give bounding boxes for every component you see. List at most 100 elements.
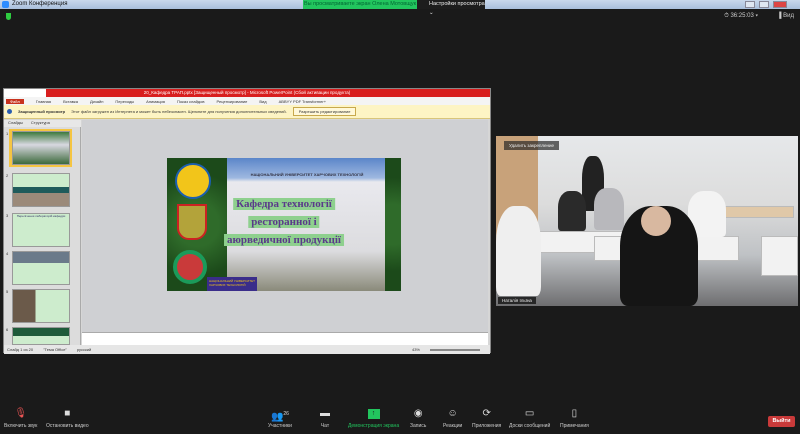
- enable-editing-button[interactable]: Разрешить редактирование: [292, 107, 357, 116]
- university-emblem: [175, 163, 211, 199]
- close-button[interactable]: [773, 1, 787, 8]
- person: [496, 206, 541, 296]
- camera-icon: ■: [64, 408, 71, 419]
- ppt-titlebar: 20_Кафедра ТРАП.pptx [Защищенный просмот…: [4, 89, 490, 97]
- ribbon-tab[interactable]: Вставка: [63, 99, 78, 104]
- panel-tabs: Слайды Структура: [4, 120, 81, 127]
- window-title: Zoom Конференция: [12, 1, 68, 7]
- leave-button[interactable]: Выйти: [768, 416, 795, 427]
- reactions-icon: ☺: [447, 408, 458, 419]
- ribbon-tab[interactable]: Дизайн: [90, 99, 103, 104]
- thumb-number: 3: [6, 213, 9, 218]
- participant-name: Наталія Ільїна: [498, 297, 536, 304]
- apps-button[interactable]: ⟳ Приложения: [472, 407, 501, 429]
- label: Приложения: [472, 423, 502, 429]
- notes-icon: ▯: [571, 408, 578, 419]
- view-button[interactable]: ▐ Вид: [777, 13, 794, 19]
- ribbon-tabs: Файл Главная Вставка Дизайн Переходы Ани…: [4, 97, 490, 105]
- ribbon-tab[interactable]: Анимация: [146, 99, 165, 104]
- department-emblem: [177, 204, 207, 240]
- slide-thumbnail[interactable]: [12, 251, 70, 285]
- reactions-button[interactable]: ☺ Реакции: [443, 407, 462, 429]
- ribbon-tab[interactable]: Вид: [259, 99, 266, 104]
- record-icon: ◉: [413, 408, 423, 419]
- slide-thumbnail[interactable]: Перелічення лабораторій кафедри: [12, 213, 70, 247]
- ribbon-tab[interactable]: ABBYY PDF Transformer+: [279, 99, 326, 104]
- unmute-button[interactable]: 🎙︎ Включить звук: [4, 407, 37, 429]
- theme-name: "Тема Office": [43, 347, 67, 352]
- slide-title-line: аюрведичної продукції: [224, 234, 344, 246]
- sharing-banner: Вы просматриваете экран Олена Мотовщук: [303, 0, 417, 9]
- notes-pane[interactable]: [82, 332, 488, 345]
- building-sign: НАЦІОНАЛЬНИЙ УНІВЕРСИТЕТ ХАРЧОВИХ ТЕХНОЛ…: [250, 172, 364, 177]
- thumb-title: Перелічення лабораторій кафедри: [16, 214, 66, 218]
- tab-outline[interactable]: Структура: [31, 120, 50, 127]
- quick-access-toolbar[interactable]: [4, 89, 46, 97]
- record-button[interactable]: ◉ Запись: [410, 407, 426, 429]
- desk: [761, 236, 798, 276]
- apps-icon: ⟳: [482, 408, 491, 419]
- meeting-timer[interactable]: ⏱ 36:25:03 ▾: [724, 13, 758, 20]
- zoom-level: 43%: [411, 347, 420, 352]
- label: Участники: [268, 423, 292, 429]
- person: [594, 188, 624, 230]
- ribbon-tab[interactable]: Главная: [36, 99, 51, 104]
- thumb-number: 1: [6, 131, 9, 136]
- thumb-number: 5: [6, 289, 9, 294]
- slide-thumbnail[interactable]: [12, 289, 70, 323]
- participants-icon: 👥26: [270, 411, 289, 423]
- desk: [724, 206, 794, 218]
- slide-counter: Слайд 1 из 20: [7, 347, 34, 352]
- protected-view-text: Этот файл загружен из Интернета и может …: [71, 109, 287, 114]
- view-options-button[interactable]: Настройки просмотра ⌄: [417, 0, 485, 16]
- slide-thumbnail[interactable]: [12, 131, 70, 165]
- video-tile[interactable]: Удалить закрепление Наталія Ільїна: [496, 136, 798, 306]
- tree-image: [385, 158, 401, 291]
- person: [558, 191, 586, 231]
- language: русский: [76, 347, 92, 352]
- tab-slides[interactable]: Слайды: [8, 120, 23, 127]
- label: Включить звук: [4, 423, 38, 429]
- label: Чат: [320, 423, 330, 429]
- protected-view-label: Защищенный просмотр: [18, 109, 66, 114]
- face: [641, 206, 671, 236]
- slide-title-line: Кафедра технології: [233, 198, 335, 210]
- meeting-toolbar: 🎙︎ Включить звук ■ Остановить видео 👥26 Уча…: [0, 405, 800, 434]
- thumb-number: 6: [6, 327, 9, 332]
- whiteboards-button[interactable]: ▭ Доски сообщений: [509, 407, 550, 429]
- zoom-slider[interactable]: [430, 348, 480, 351]
- participants-button[interactable]: 👥26 Участники: [268, 407, 292, 429]
- slide-thumbnail[interactable]: [12, 173, 70, 207]
- university-plate: НАЦІОНАЛЬНИЙ УНІВЕРСИТЕТ ХАРЧОВИХ ТЕХНОЛ…: [207, 277, 257, 291]
- slide-thumbnails: 1 2 3 Перелічення лабораторій кафедри 4 …: [4, 127, 81, 345]
- muted-mic-icon: 🎙︎: [14, 408, 28, 419]
- thumb-number: 4: [6, 251, 9, 256]
- label: Доски сообщений: [509, 423, 551, 429]
- chat-icon: ▬: [320, 408, 330, 419]
- ribbon-tab[interactable]: Рецензирование: [217, 99, 248, 104]
- shared-powerpoint-window: 20_Кафедра ТРАП.pptx [Защищенный просмот…: [3, 88, 491, 354]
- ribbon-tab[interactable]: Файл: [6, 98, 24, 104]
- label: Демонстрация экрана: [348, 423, 400, 429]
- notes-button[interactable]: ▯ Примечания: [560, 407, 589, 429]
- whiteboard-icon: ▭: [524, 408, 535, 419]
- security-shield-icon[interactable]: [6, 13, 11, 20]
- ribbon-tab[interactable]: Показ слайдов: [177, 99, 205, 104]
- label: Остановить видео: [46, 423, 89, 429]
- chat-button[interactable]: ▬ Чат: [320, 407, 330, 429]
- label: Запись: [410, 423, 427, 429]
- share-screen-icon: ↑: [367, 409, 380, 419]
- faculty-logo: [173, 250, 207, 284]
- slide-thumbnail[interactable]: [12, 327, 70, 345]
- unpin-button[interactable]: Удалить закрепление: [504, 141, 560, 150]
- label: Реакции: [443, 423, 463, 429]
- ribbon-tab[interactable]: Переходы: [115, 99, 134, 104]
- label: Примечания: [560, 423, 589, 429]
- ppt-status-bar: Слайд 1 из 20 "Тема Office" русский 43%: [4, 345, 490, 354]
- thumb-number: 2: [6, 173, 9, 178]
- share-screen-button[interactable]: ↑ Демонстрация экрана: [348, 407, 399, 429]
- stop-video-button[interactable]: ■ Остановить видео: [46, 407, 89, 429]
- slide-title-line: ресторанної і: [248, 216, 320, 228]
- maximize-button[interactable]: [759, 1, 769, 8]
- minimize-button[interactable]: [745, 1, 755, 8]
